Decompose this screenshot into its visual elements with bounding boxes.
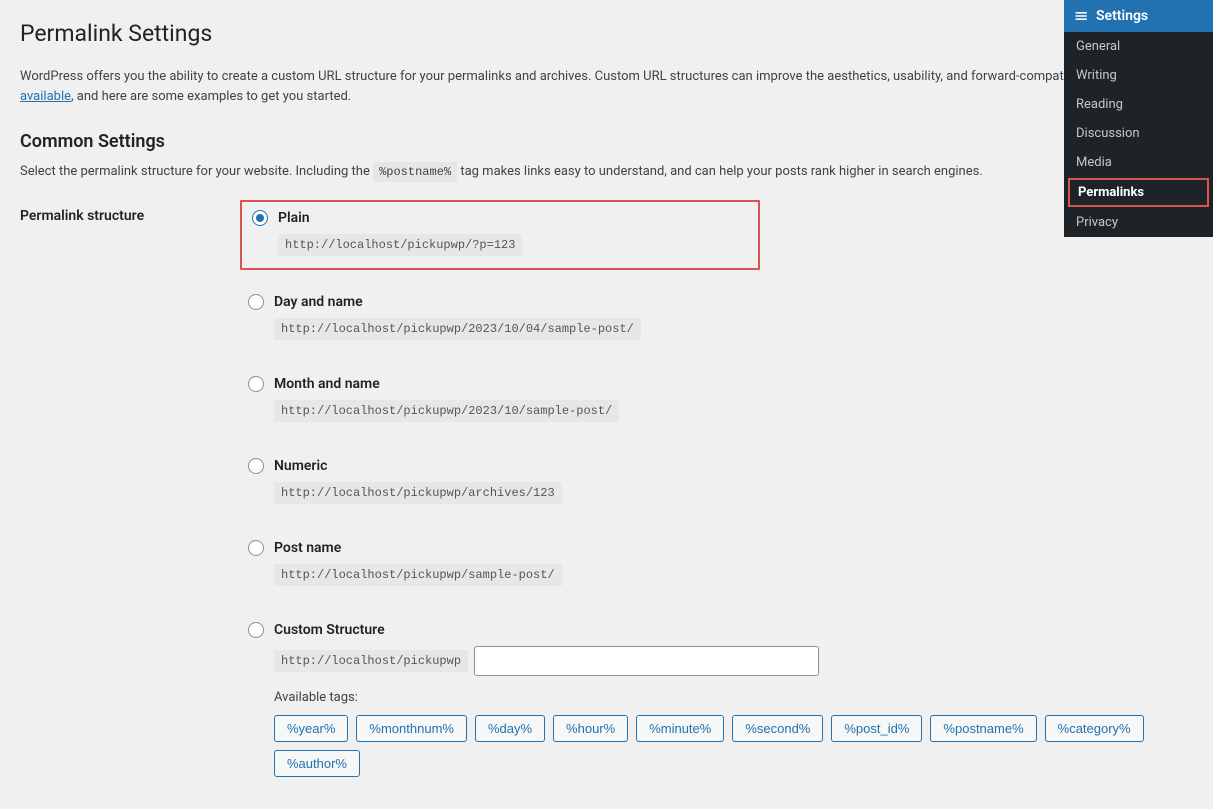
available-tags-row: %year% %monthnum% %day% %hour% %minute% … xyxy=(274,715,1183,777)
tag-monthnum[interactable]: %monthnum% xyxy=(356,715,467,742)
custom-structure-input[interactable] xyxy=(474,646,819,676)
example-day-name: http://localhost/pickupwp/2023/10/04/sam… xyxy=(274,318,641,340)
label-day-name: Day and name xyxy=(274,294,363,310)
option-plain[interactable]: Plain http://localhost/pickupwp/?p=123 xyxy=(240,200,760,270)
postname-tag-code: %postname% xyxy=(373,162,457,182)
radio-month-name[interactable] xyxy=(248,376,264,392)
option-plain-head: Plain xyxy=(246,210,748,226)
tag-post-id[interactable]: %post_id% xyxy=(831,715,922,742)
option-numeric-head: Numeric xyxy=(242,458,1183,474)
option-month-name[interactable]: Month and name http://localhost/pickupwp… xyxy=(240,370,1193,428)
radio-custom[interactable] xyxy=(248,622,264,638)
settings-icon xyxy=(1074,8,1090,24)
options-group: Plain http://localhost/pickupwp/?p=123 D… xyxy=(240,200,1193,789)
option-month-head: Month and name xyxy=(242,376,1183,392)
common-settings-desc: Select the permalink structure for your … xyxy=(20,162,1193,182)
option-custom[interactable]: Custom Structure http://localhost/pickup… xyxy=(240,616,1193,783)
tag-author[interactable]: %author% xyxy=(274,750,360,777)
main-content: Permalink Settings WordPress offers you … xyxy=(0,0,1213,809)
radio-numeric[interactable] xyxy=(248,458,264,474)
sidebar-item-media[interactable]: Media xyxy=(1064,148,1213,177)
example-numeric: http://localhost/pickupwp/archives/123 xyxy=(274,482,562,504)
page-title: Permalink Settings xyxy=(20,10,1193,53)
intro-part2: , and here are some examples to get you … xyxy=(71,89,351,104)
common-settings-title: Common Settings xyxy=(20,131,1193,152)
sidebar-header[interactable]: Settings xyxy=(1064,0,1213,32)
option-day-head: Day and name xyxy=(242,294,1183,310)
example-post-name: http://localhost/pickupwp/sample-post/ xyxy=(274,564,562,586)
tag-minute[interactable]: %minute% xyxy=(636,715,724,742)
permalink-structure-row: Permalink structure Plain http://localho… xyxy=(20,200,1193,789)
desc-part2: tag makes links easy to understand, and … xyxy=(457,164,983,179)
radio-post-name[interactable] xyxy=(248,540,264,556)
desc-part1: Select the permalink structure for your … xyxy=(20,164,373,179)
intro-part1: WordPress offers you the ability to crea… xyxy=(20,69,1074,84)
example-month-name: http://localhost/pickupwp/2023/10/sample… xyxy=(274,400,619,422)
radio-plain[interactable] xyxy=(252,210,268,226)
tag-category[interactable]: %category% xyxy=(1045,715,1144,742)
sidebar-header-label: Settings xyxy=(1096,8,1148,24)
label-plain: Plain xyxy=(278,210,310,226)
label-numeric: Numeric xyxy=(274,458,327,474)
tag-hour[interactable]: %hour% xyxy=(553,715,628,742)
custom-prefix: http://localhost/pickupwp xyxy=(274,650,468,672)
label-custom: Custom Structure xyxy=(274,622,385,638)
option-post-name[interactable]: Post name http://localhost/pickupwp/samp… xyxy=(240,534,1193,592)
label-month-name: Month and name xyxy=(274,376,380,392)
sidebar-item-permalinks[interactable]: Permalinks xyxy=(1068,178,1209,207)
available-tags-label: Available tags: xyxy=(274,690,1183,705)
custom-structure-row: http://localhost/pickupwp xyxy=(274,646,1183,676)
option-custom-head: Custom Structure xyxy=(242,622,1183,638)
option-postname-head: Post name xyxy=(242,540,1183,556)
example-plain: http://localhost/pickupwp/?p=123 xyxy=(278,234,522,256)
option-numeric[interactable]: Numeric http://localhost/pickupwp/archiv… xyxy=(240,452,1193,510)
sidebar-item-general[interactable]: General xyxy=(1064,32,1213,61)
radio-day-name[interactable] xyxy=(248,294,264,310)
tag-day[interactable]: %day% xyxy=(475,715,545,742)
tag-year[interactable]: %year% xyxy=(274,715,348,742)
settings-sidebar: Settings General Writing Reading Discuss… xyxy=(1064,0,1213,237)
sidebar-item-reading[interactable]: Reading xyxy=(1064,90,1213,119)
tag-postname[interactable]: %postname% xyxy=(930,715,1036,742)
sidebar-item-discussion[interactable]: Discussion xyxy=(1064,119,1213,148)
sidebar-item-privacy[interactable]: Privacy xyxy=(1064,208,1213,237)
label-post-name: Post name xyxy=(274,540,341,556)
sidebar-item-writing[interactable]: Writing xyxy=(1064,61,1213,90)
option-day-name[interactable]: Day and name http://localhost/pickupwp/2… xyxy=(240,288,1193,346)
row-label: Permalink structure xyxy=(20,200,240,789)
intro-text: WordPress offers you the ability to crea… xyxy=(20,67,1193,107)
tag-second[interactable]: %second% xyxy=(732,715,823,742)
